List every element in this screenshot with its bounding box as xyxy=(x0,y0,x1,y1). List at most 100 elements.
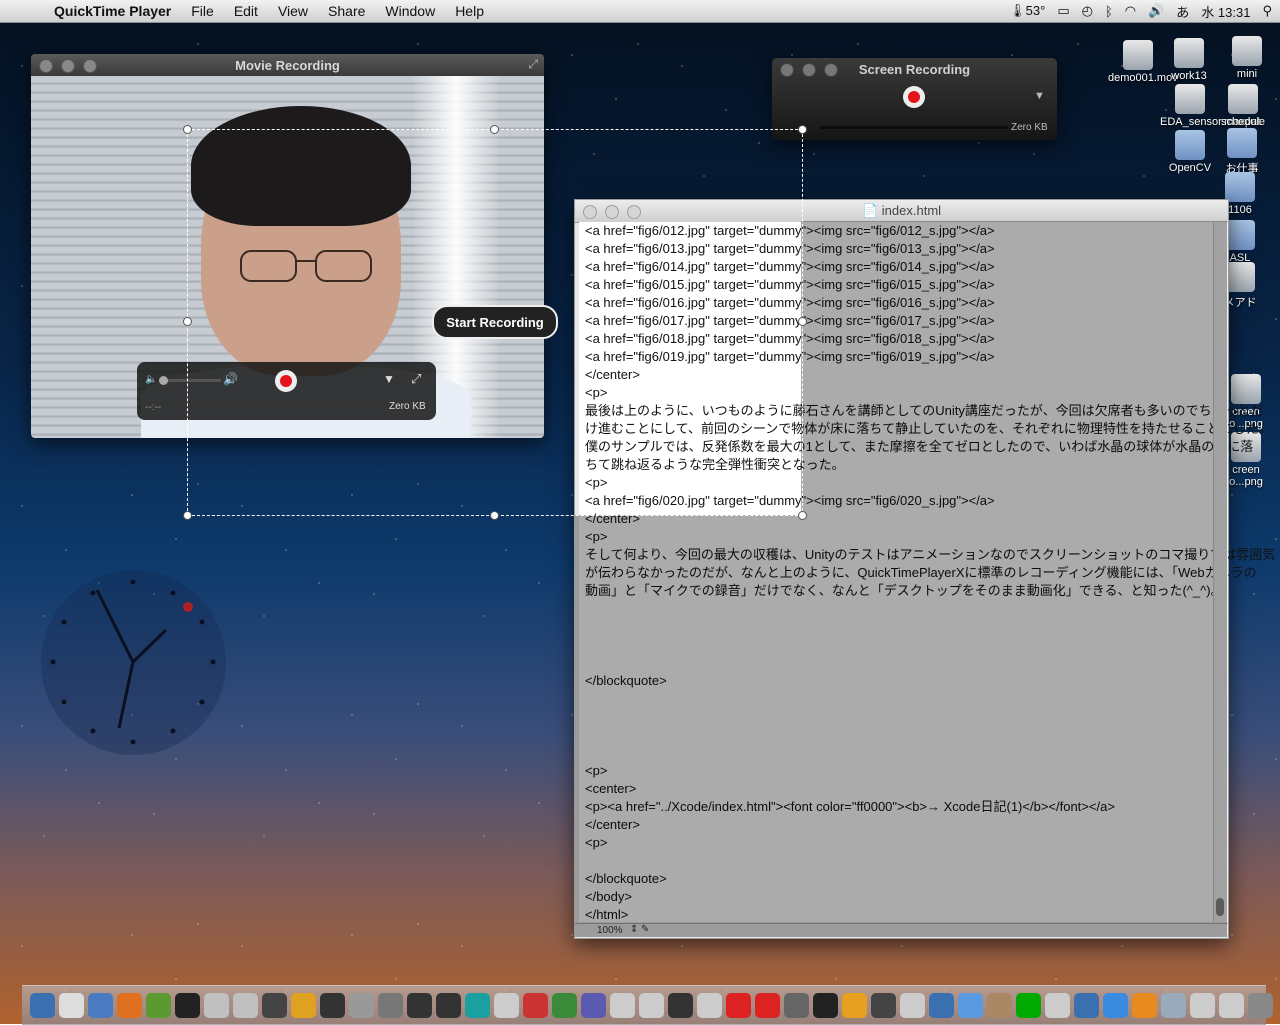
dock-app-icon[interactable] xyxy=(871,993,896,1018)
bluetooth-icon[interactable]: ᛒ xyxy=(1105,4,1113,19)
dock-app-icon[interactable] xyxy=(726,993,751,1018)
screen-recording-titlebar[interactable]: Screen Recording xyxy=(772,58,1057,80)
folder-icon xyxy=(1225,172,1255,202)
close-button[interactable] xyxy=(39,59,53,73)
document-file-icon xyxy=(1228,84,1258,114)
spotlight-search-icon[interactable]: ⚲ xyxy=(1262,3,1272,19)
menu-share[interactable]: Share xyxy=(318,0,375,22)
dock-app-icon[interactable] xyxy=(320,993,345,1018)
clock-face-icon xyxy=(50,579,216,745)
menu-view[interactable]: View xyxy=(268,0,318,22)
menu-file[interactable]: File xyxy=(181,0,224,22)
dock-app-icon[interactable] xyxy=(59,993,84,1018)
desktop-icon-eda-sensor[interactable]: EDA_sensor.maxpat xyxy=(1160,84,1260,128)
dock-app-icon[interactable] xyxy=(813,993,838,1018)
html-document-icon: 📄 xyxy=(861,203,879,218)
selection-handle-bottom-left[interactable] xyxy=(183,511,192,520)
desktop-icon-work13[interactable]: work13 xyxy=(1159,38,1219,82)
menu-help[interactable]: Help xyxy=(445,0,494,22)
desktop-icon-opencv[interactable]: OpenCV xyxy=(1160,130,1220,174)
minimize-button[interactable] xyxy=(802,63,816,77)
dock-app-icon[interactable] xyxy=(900,993,925,1018)
dock-app-icon[interactable] xyxy=(929,993,954,1018)
dock-app-icon[interactable] xyxy=(1161,993,1186,1018)
volume-slider-knob[interactable] xyxy=(159,376,168,385)
movie-recording-titlebar[interactable]: Movie Recording ⤢ xyxy=(31,54,544,76)
dock-app-icon[interactable] xyxy=(407,993,432,1018)
selection-handle-top[interactable] xyxy=(490,125,499,134)
dock-app-icon[interactable] xyxy=(610,993,635,1018)
selection-handle-bottom-right[interactable] xyxy=(798,511,807,520)
dock-app-icon[interactable] xyxy=(523,993,548,1018)
dock-app-icon[interactable] xyxy=(1045,993,1070,1018)
record-dot-icon xyxy=(908,91,920,103)
dock-app-icon[interactable] xyxy=(117,993,142,1018)
dock-app-icon[interactable] xyxy=(175,993,200,1018)
dock-app-icon[interactable] xyxy=(378,993,403,1018)
dock-app-icon[interactable] xyxy=(1016,993,1041,1018)
dock-app-icon[interactable] xyxy=(581,993,606,1018)
start-recording-button[interactable]: Start Recording xyxy=(432,305,558,339)
dock-app-icon[interactable] xyxy=(552,993,577,1018)
zoom-button[interactable] xyxy=(824,63,838,77)
dock-app-icon[interactable] xyxy=(291,993,316,1018)
dock-app-icon[interactable] xyxy=(436,993,461,1018)
desktop-icon-schedule[interactable]: schedule xyxy=(1213,84,1273,128)
selection-handle-bottom[interactable] xyxy=(490,511,499,520)
dock-app-icon[interactable] xyxy=(465,993,490,1018)
dock-app-icon[interactable] xyxy=(842,993,867,1018)
menu-bar: QuickTime Player File Edit View Share Wi… xyxy=(0,0,1280,23)
temperature-icon[interactable]: 🌡53° xyxy=(1009,3,1045,19)
fullscreen-icon[interactable]: ⤢ xyxy=(528,57,538,72)
display-icon[interactable]: ▭ xyxy=(1057,3,1069,19)
dock-app-icon[interactable] xyxy=(1190,993,1215,1018)
selection-handle-right[interactable] xyxy=(798,317,807,326)
dock-app-icon[interactable] xyxy=(30,993,55,1018)
dock-app-icon[interactable] xyxy=(204,993,229,1018)
minimize-button[interactable] xyxy=(61,59,75,73)
dock-app-icon[interactable] xyxy=(146,993,171,1018)
dock-app-icon[interactable] xyxy=(88,993,113,1018)
desktop-icon-mini[interactable]: mini xyxy=(1217,36,1277,80)
dock-app-icon[interactable] xyxy=(494,993,519,1018)
menu-edit[interactable]: Edit xyxy=(224,0,268,22)
selection-handle-top-right[interactable] xyxy=(798,125,807,134)
screen-record-button[interactable] xyxy=(903,86,925,108)
document-file-icon xyxy=(1174,38,1204,68)
dock-app-icon[interactable] xyxy=(1132,993,1157,1018)
options-dropdown-icon[interactable]: ▼ xyxy=(1034,90,1045,102)
dock xyxy=(22,985,1273,1025)
desktop-icon-label: creen o...png xyxy=(1229,464,1263,488)
menu-clock[interactable]: 水 13:31 xyxy=(1201,2,1250,21)
input-method-icon[interactable]: あ xyxy=(1176,2,1189,21)
dock-app-icon[interactable] xyxy=(233,993,258,1018)
time-machine-icon[interactable]: ◴ xyxy=(1082,3,1093,19)
dock-app-icon[interactable] xyxy=(755,993,780,1018)
desktop-icon-oshigoto[interactable]: お仕事 xyxy=(1212,128,1272,176)
wifi-icon[interactable]: ◠ xyxy=(1125,3,1136,19)
zoom-button[interactable] xyxy=(83,59,97,73)
dock-app-icon[interactable] xyxy=(262,993,287,1018)
dock-app-icon[interactable] xyxy=(668,993,693,1018)
volume-icon[interactable]: 🔊 xyxy=(1148,3,1164,19)
dock-app-icon[interactable] xyxy=(958,993,983,1018)
selection-handle-left[interactable] xyxy=(183,317,192,326)
dock-app-icon[interactable] xyxy=(1074,993,1099,1018)
menu-window[interactable]: Window xyxy=(375,0,445,22)
dock-app-icon[interactable] xyxy=(1248,993,1273,1018)
menu-app-name[interactable]: QuickTime Player xyxy=(42,0,181,22)
dock-app-icon[interactable] xyxy=(1219,993,1244,1018)
dock-app-icon[interactable] xyxy=(697,993,722,1018)
dock-app-icon[interactable] xyxy=(784,993,809,1018)
screen-recording-progress xyxy=(820,126,1008,129)
editor-filename: index.html xyxy=(881,203,942,218)
dock-app-icon[interactable] xyxy=(987,993,1012,1018)
close-button[interactable] xyxy=(780,63,794,77)
dim-overlay xyxy=(575,515,1227,937)
dock-app-icon[interactable] xyxy=(1103,993,1128,1018)
movie-file-icon xyxy=(1123,40,1153,70)
dock-app-icon[interactable] xyxy=(349,993,374,1018)
selection-handle-top-left[interactable] xyxy=(183,125,192,134)
dock-app-icon[interactable] xyxy=(639,993,664,1018)
clock-widget xyxy=(41,570,226,755)
